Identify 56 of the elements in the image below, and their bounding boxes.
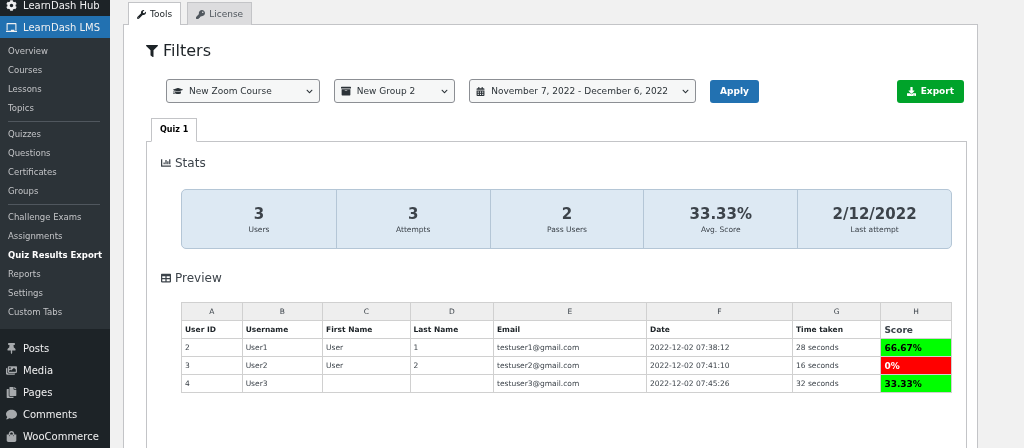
media-icon [6, 364, 17, 376]
quiz-tab[interactable]: Quiz 1 [151, 118, 198, 142]
submenu-item[interactable]: Quiz Results Export [0, 246, 110, 266]
filters-heading: Filters [163, 41, 211, 60]
sidebar-item[interactable]: Posts [0, 337, 110, 360]
sidebar-item[interactable]: Comments [0, 403, 110, 426]
comment-icon [6, 409, 17, 421]
stat-value: 33.33% [689, 204, 753, 223]
wrench-icon [137, 9, 146, 19]
bag-icon [6, 431, 17, 443]
submenu-item[interactable]: Settings [0, 284, 110, 304]
submenu-item[interactable]: Quizzes [0, 125, 110, 145]
submenu-item[interactable]: Challenge Exams [0, 208, 110, 228]
bar-chart-icon [161, 158, 171, 168]
submenu-item[interactable]: Custom Tabs [0, 303, 110, 323]
chevron-icon [305, 87, 313, 95]
column-header: Score [880, 320, 952, 339]
date-range-select[interactable]: November 7, 2022 - December 6, 2022 [469, 79, 697, 103]
sidebar-item[interactable]: WooCommerce [0, 425, 110, 448]
sidebar-item[interactable]: LearnDash LMS [0, 16, 110, 39]
calendar-icon [476, 86, 486, 96]
filter-icon [146, 44, 158, 57]
stat-value: 2/12/2022 [832, 204, 917, 223]
stat-value: 3 [253, 204, 265, 223]
pin-icon [6, 342, 17, 354]
submenu-item[interactable]: Groups [0, 182, 110, 202]
pages-icon [6, 387, 17, 399]
box-icon [340, 86, 351, 96]
submenu-item[interactable]: Courses [0, 61, 110, 81]
graduation-cap-icon [173, 86, 183, 96]
submenu-item[interactable]: Reports [0, 265, 110, 285]
table-icon [161, 273, 171, 283]
group-select[interactable]: New Group 2 [333, 79, 456, 103]
submenu-item[interactable]: Lessons [0, 80, 110, 100]
course-select[interactable]: New Zoom Course [166, 79, 320, 103]
download-icon [906, 86, 916, 96]
chevron-icon [441, 87, 449, 95]
stats-heading: Stats [175, 156, 206, 170]
submenu-item[interactable]: Overview [0, 42, 110, 62]
preview-heading: Preview [175, 271, 222, 285]
submenu-item[interactable]: Certificates [0, 163, 110, 183]
apply-button[interactable]: Apply [710, 79, 759, 103]
sidebar-item[interactable]: LearnDash Hub [0, 0, 110, 17]
key-icon [196, 9, 206, 19]
stat-value: 2 [561, 204, 573, 223]
submenu-item[interactable]: Assignments [0, 227, 110, 247]
gear-icon [6, 0, 17, 11]
chevron-icon [682, 87, 690, 95]
sidebar-item[interactable]: Pages [0, 381, 110, 404]
board-icon [6, 21, 17, 33]
submenu-item[interactable]: Questions [0, 144, 110, 164]
tab[interactable]: Tools [128, 2, 182, 25]
sidebar-item[interactable]: Media [0, 359, 110, 382]
stat-value: 3 [407, 204, 419, 223]
tab[interactable]: License [187, 2, 253, 25]
submenu-item[interactable]: Topics [0, 99, 110, 119]
